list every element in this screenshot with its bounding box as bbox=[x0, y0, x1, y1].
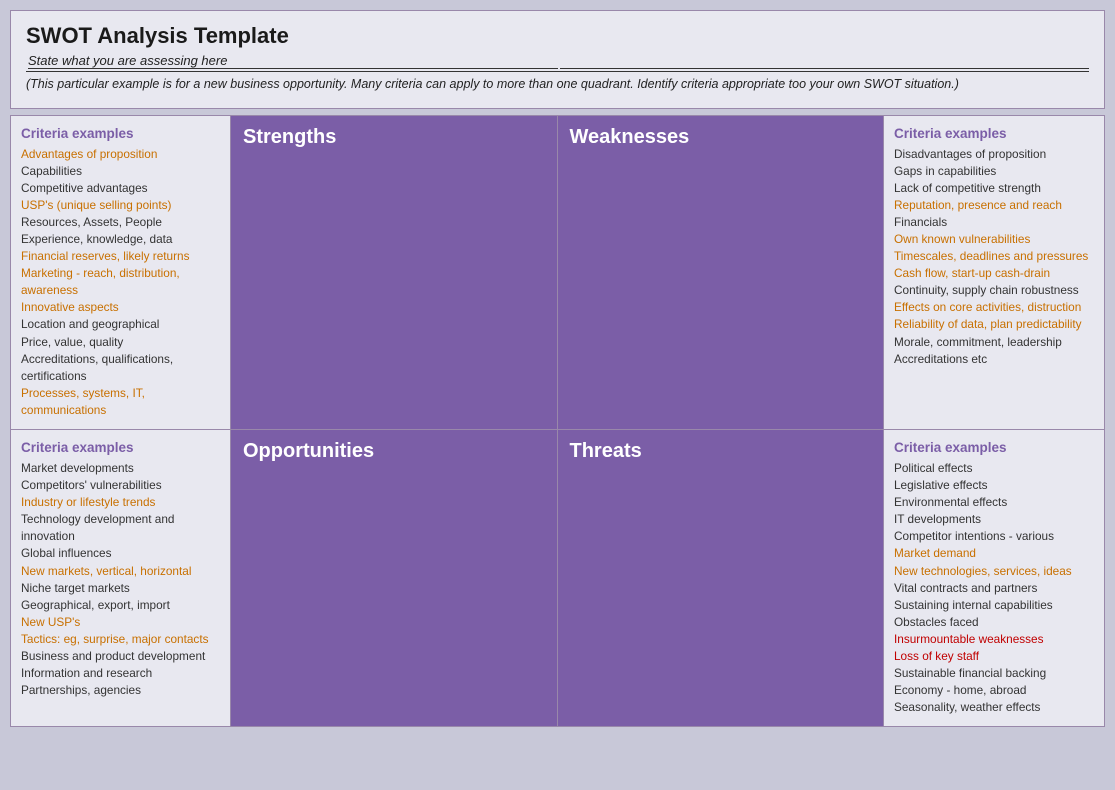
list-item: Processes, systems, IT, communications bbox=[21, 385, 220, 419]
swot-grid: Criteria examples Advantages of proposit… bbox=[10, 115, 1105, 728]
list-item: Continuity, supply chain robustness bbox=[894, 282, 1094, 299]
list-item: Financials bbox=[894, 214, 1094, 231]
list-item: Industry or lifestyle trends bbox=[21, 494, 220, 511]
criteria-heading-bottom-right: Criteria examples bbox=[894, 440, 1094, 455]
list-item: Accreditations, qualifications, certific… bbox=[21, 351, 220, 385]
header-box: SWOT Analysis Template State what you ar… bbox=[10, 10, 1105, 109]
list-item: Experience, knowledge, data bbox=[21, 231, 220, 248]
list-item: Sustainable financial backing bbox=[894, 665, 1094, 682]
list-item: Competitor intentions - various bbox=[894, 528, 1094, 545]
list-item: Geographical, export, import bbox=[21, 597, 220, 614]
opportunities-cell[interactable]: Opportunities bbox=[231, 430, 558, 726]
page-title: SWOT Analysis Template bbox=[26, 23, 1089, 49]
list-item: Location and geographical bbox=[21, 316, 220, 333]
list-item: Market demand bbox=[894, 545, 1094, 562]
list-item: Technology development and innovation bbox=[21, 511, 220, 545]
list-item: Capabilities bbox=[21, 163, 220, 180]
list-item: Economy - home, abroad bbox=[894, 682, 1094, 699]
list-item: Reputation, presence and reach bbox=[894, 197, 1094, 214]
list-item: Marketing - reach, distribution, awarene… bbox=[21, 265, 220, 299]
list-item: Reliability of data, plan predictability bbox=[894, 316, 1094, 333]
threats-title: Threats bbox=[570, 440, 872, 463]
list-item: Lack of competitive strength bbox=[894, 180, 1094, 197]
criteria-list-top-left: Advantages of propositionCapabilitiesCom… bbox=[21, 146, 220, 420]
list-item: USP's (unique selling points) bbox=[21, 197, 220, 214]
list-item: Legislative effects bbox=[894, 477, 1094, 494]
list-item: Sustaining internal capabilities bbox=[894, 597, 1094, 614]
swot-container: SWOT Analysis Template State what you ar… bbox=[10, 10, 1105, 727]
list-item: Tactics: eg, surprise, major contacts bbox=[21, 631, 220, 648]
list-item: Insurmountable weaknesses bbox=[894, 631, 1094, 648]
list-item: Gaps in capabilities bbox=[894, 163, 1094, 180]
list-item: Accreditations etc bbox=[894, 351, 1094, 368]
list-item: Partnerships, agencies bbox=[21, 682, 220, 699]
criteria-list-top-right: Disadvantages of propositionGaps in capa… bbox=[894, 146, 1094, 368]
list-item: Environmental effects bbox=[894, 494, 1094, 511]
list-item: Vital contracts and partners bbox=[894, 580, 1094, 597]
list-item: Competitors' vulnerabilities bbox=[21, 477, 220, 494]
list-item: Competitive advantages bbox=[21, 180, 220, 197]
list-item: Resources, Assets, People bbox=[21, 214, 220, 231]
criteria-heading-bottom-left: Criteria examples bbox=[21, 440, 220, 455]
criteria-list-bottom-left: Market developmentsCompetitors' vulnerab… bbox=[21, 460, 220, 699]
list-item: Price, value, quality bbox=[21, 334, 220, 351]
criteria-heading-top-right: Criteria examples bbox=[894, 126, 1094, 141]
strengths-title: Strengths bbox=[243, 126, 545, 149]
list-item: New technologies, services, ideas bbox=[894, 563, 1094, 580]
weaknesses-title: Weaknesses bbox=[570, 126, 872, 149]
list-item: Financial reserves, likely returns bbox=[21, 248, 220, 265]
criteria-heading-top-left: Criteria examples bbox=[21, 126, 220, 141]
opportunities-title: Opportunities bbox=[243, 440, 545, 463]
list-item: New markets, vertical, horizontal bbox=[21, 563, 220, 580]
subtitle-label: State what you are assessing here bbox=[28, 53, 558, 69]
criteria-bottom-left: Criteria examples Market developmentsCom… bbox=[11, 430, 231, 726]
weaknesses-cell[interactable]: Weaknesses bbox=[558, 116, 885, 431]
threats-cell[interactable]: Threats bbox=[558, 430, 885, 726]
list-item: Innovative aspects bbox=[21, 299, 220, 316]
list-item: Market developments bbox=[21, 460, 220, 477]
list-item: New USP's bbox=[21, 614, 220, 631]
list-item: IT developments bbox=[894, 511, 1094, 528]
list-item: Timescales, deadlines and pressures bbox=[894, 248, 1094, 265]
list-item: Global influences bbox=[21, 545, 220, 562]
list-item: Loss of key staff bbox=[894, 648, 1094, 665]
list-item: Cash flow, start-up cash-drain bbox=[894, 265, 1094, 282]
criteria-top-left: Criteria examples Advantages of proposit… bbox=[11, 116, 231, 431]
list-item: Morale, commitment, leadership bbox=[894, 334, 1094, 351]
header-note: (This particular example is for a new bu… bbox=[26, 76, 1089, 94]
criteria-list-bottom-right: Political effectsLegislative effectsEnvi… bbox=[894, 460, 1094, 716]
list-item: Obstacles faced bbox=[894, 614, 1094, 631]
strengths-cell[interactable]: Strengths bbox=[231, 116, 558, 431]
criteria-top-right: Criteria examples Disadvantages of propo… bbox=[884, 116, 1104, 431]
list-item: Effects on core activities, distruction bbox=[894, 299, 1094, 316]
list-item: Niche target markets bbox=[21, 580, 220, 597]
list-item: Political effects bbox=[894, 460, 1094, 477]
list-item: Disadvantages of proposition bbox=[894, 146, 1094, 163]
list-item: Business and product development bbox=[21, 648, 220, 665]
list-item: Seasonality, weather effects bbox=[894, 699, 1094, 716]
header-subtitle: State what you are assessing here bbox=[26, 53, 1089, 72]
list-item: Information and research bbox=[21, 665, 220, 682]
list-item: Advantages of proposition bbox=[21, 146, 220, 163]
criteria-bottom-right: Criteria examples Political effectsLegis… bbox=[884, 430, 1104, 726]
list-item: Own known vulnerabilities bbox=[894, 231, 1094, 248]
